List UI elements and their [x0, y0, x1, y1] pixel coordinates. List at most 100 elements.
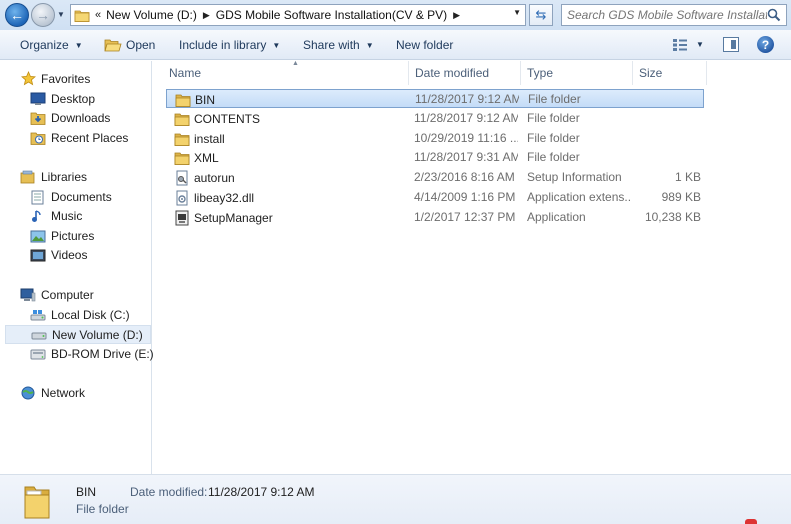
sort-up-icon: ▲ [292, 60, 299, 67]
file-name: libeay32.dll [194, 191, 255, 205]
nav-local-disk-label: Local Disk (C:) [51, 307, 130, 322]
overflow-chevron[interactable]: « [95, 9, 101, 21]
file-date: 4/14/2009 1:16 PM [414, 190, 516, 204]
column-header-size[interactable]: Size [633, 61, 707, 85]
file-name: SetupManager [194, 210, 273, 225]
file-name: install [194, 131, 225, 146]
breadcrumb-new-volume[interactable]: New Volume (D:) [106, 8, 197, 22]
column-header-type[interactable]: Type [521, 61, 633, 85]
column-header-date[interactable]: Date modified [409, 61, 521, 85]
drive-icon [31, 327, 47, 343]
details-date-value: 11/28/2017 9:12 AM [208, 485, 315, 499]
search-input[interactable] [567, 8, 767, 22]
file-row[interactable]: XML 11/28/2017 9:31 AM File folder [166, 148, 704, 167]
forward-button[interactable]: → [31, 3, 55, 27]
file-size: 10,238 KB [644, 209, 701, 224]
file-date: 11/28/2017 9:31 AM [414, 150, 518, 165]
application-icon [174, 210, 190, 226]
file-date: 1/2/2017 12:37 PM [414, 209, 516, 224]
new-folder-button[interactable]: New folder [396, 38, 453, 52]
change-view-icon[interactable] [672, 38, 688, 52]
music-icon [30, 208, 46, 224]
file-date: 2/23/2016 8:16 AM [414, 170, 515, 185]
back-button[interactable]: ← [5, 3, 29, 27]
nav-network[interactable]: Network [20, 383, 171, 402]
chevron-right-icon[interactable]: ▶ [203, 10, 210, 21]
star-icon [20, 71, 36, 87]
file-size: 989 KB [661, 190, 701, 204]
file-type: File folder [527, 150, 580, 165]
nav-recent-places-label: Recent Places [51, 130, 129, 145]
nav-new-volume[interactable]: New Volume (D:) [5, 325, 151, 344]
file-type: Application extens... [527, 190, 632, 204]
refresh-button[interactable]: ⇆ [529, 4, 553, 26]
new-folder-label: New folder [396, 38, 454, 52]
folder-icon [175, 92, 191, 108]
file-name-cell: XML [174, 150, 219, 166]
file-row[interactable]: CONTENTS 11/28/2017 9:12 AM File folder [166, 109, 704, 128]
organize-button[interactable]: Organize ▼ [20, 38, 83, 52]
folder-icon [174, 131, 190, 147]
address-dropdown-icon[interactable]: ▼ [513, 8, 521, 17]
chevron-down-icon: ▼ [74, 40, 83, 50]
file-name-cell: SetupManager [174, 210, 273, 226]
column-date-label: Date modified [415, 66, 490, 80]
nav-music-label: Music [51, 208, 83, 223]
nav-favorites[interactable]: Favorites [20, 69, 171, 88]
breadcrumb: New Volume (D:) ▶ GDS Mobile Software In… [106, 8, 466, 22]
column-header-name[interactable]: Name ▲ [163, 60, 409, 85]
chevron-right-icon[interactable]: ▶ [453, 10, 460, 21]
nav-bd-rom-label: BD-ROM Drive (E:) C [51, 346, 166, 361]
include-in-library-button[interactable]: Include in library ▼ [179, 38, 280, 52]
nav-computer[interactable]: Computer [20, 285, 171, 304]
organize-label: Organize [20, 38, 69, 52]
details-item-type: File folder [76, 502, 129, 516]
nav-desktop-label: Desktop [51, 91, 96, 106]
file-row[interactable]: autorun 2/23/2016 8:16 AM Setup Informatio… [166, 168, 704, 187]
file-name: BIN [195, 93, 216, 107]
recent-places-icon [30, 130, 46, 146]
file-row[interactable]: install 10/29/2019 11:16 ... File folder [166, 129, 704, 148]
nav-videos-label: Videos [51, 247, 88, 262]
chevron-down-icon: ▼ [365, 40, 374, 50]
nav-downloads-label: Downloads [51, 110, 111, 125]
folder-icon [174, 150, 190, 166]
column-type-label: Type [527, 66, 554, 80]
open-button[interactable]: Open [104, 38, 155, 52]
nav-network-label: Network [41, 385, 86, 400]
file-date: 10/29/2019 11:16 ... [414, 130, 518, 145]
file-name: XML [194, 151, 219, 166]
file-name: autorun [194, 171, 235, 186]
chevron-down-icon: ▼ [272, 40, 281, 50]
file-row[interactable]: BIN 11/28/2017 9:12 AM File folder [166, 89, 704, 108]
pictures-icon [30, 228, 46, 244]
libraries-icon [20, 169, 36, 185]
view-dropdown-icon[interactable]: ▼ [696, 40, 704, 49]
desktop-icon [30, 91, 46, 107]
command-bar: Organize ▼ Open Include in library ▼ Share… [0, 30, 791, 60]
folder-icon [24, 486, 50, 519]
address-bar[interactable]: « New Volume (D:) ▶ GDS Mobile Software … [70, 4, 526, 26]
setup-info-icon [174, 170, 190, 186]
file-row[interactable]: libeay32.dll 4/14/2009 1:16 PM Application… [166, 188, 704, 207]
videos-icon [30, 247, 46, 263]
share-with-button[interactable]: Share with ▼ [303, 38, 374, 52]
preview-pane-icon[interactable] [723, 37, 739, 52]
nav-libraries[interactable]: Libraries [20, 167, 171, 186]
open-folder-icon [104, 39, 122, 52]
search-box[interactable] [561, 4, 787, 26]
recent-pages-dropdown[interactable]: ▼ [57, 10, 65, 19]
column-name-label: Name [169, 66, 202, 80]
nav-libraries-label: Libraries [41, 169, 88, 184]
breadcrumb-gds-folder[interactable]: GDS Mobile Software Installation(CV & PV… [216, 8, 447, 22]
details-date-label: Date modified: [130, 485, 208, 499]
open-label: Open [126, 38, 156, 52]
file-row[interactable]: SetupManager 1/2/2017 12:37 PM Application… [166, 208, 704, 227]
nav-pictures-label: Pictures [51, 228, 95, 243]
details-item-name: BIN [76, 485, 97, 499]
search-icon [767, 8, 781, 22]
file-name-cell: BIN [175, 92, 215, 108]
help-icon[interactable]: ? [757, 36, 774, 53]
file-type: File folder [527, 110, 580, 125]
notification-corner [745, 519, 757, 524]
